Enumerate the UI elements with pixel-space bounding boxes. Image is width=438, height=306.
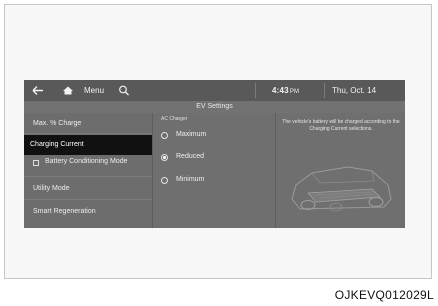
info-panel: The vehicle's battery will be charged ac… [276,113,405,228]
sidebar-item-max-charge[interactable]: Max. % Charge [24,113,152,134]
info-description: The vehicle's battery will be charged ac… [282,119,400,132]
sidebar-item-label: Charging Current [30,141,84,148]
menu-button[interactable]: Menu [84,80,104,101]
clock: 4:43PM [272,80,299,101]
settings-sidebar: Max. % Charge Charging Current Battery C… [24,113,152,228]
option-label: Minimum [176,176,205,183]
sidebar-item-label: Max. % Charge [33,120,82,127]
radio-icon[interactable] [161,177,168,184]
sidebar-item-battery-conditioning[interactable]: Battery Conditioning Mode [24,155,152,177]
sidebar-item-utility-mode[interactable]: Utility Mode [24,178,152,200]
page-title: EV Settings [24,101,405,113]
radio-icon[interactable] [161,132,168,139]
figure-caption: OJKEVQ012029L [334,288,434,302]
clock-time: 4:43 [272,86,289,95]
radio-selected-icon[interactable] [161,154,168,161]
topbar-divider [255,83,256,98]
sidebar-item-label: Battery Conditioning Mode [45,158,128,165]
section-label: AC Charger [161,116,188,122]
checkbox-icon[interactable] [33,160,39,166]
date-display: Thu, Oct. 14 [332,86,377,95]
home-icon[interactable] [62,80,74,101]
option-label: Reduced [176,153,205,160]
topbar-divider [324,83,325,98]
infotainment-screen: Menu 4:43PM Thu, Oct. 14 EV Settings Max… [24,80,405,228]
sidebar-item-label: Smart Regeneration [33,208,96,215]
charger-options: AC Charger Maximum Reduced Minimum [153,113,275,228]
back-arrow-icon[interactable] [31,80,45,101]
option-label: Maximum [176,131,207,138]
car-battery-illustration [291,166,392,212]
sidebar-item-charging-current[interactable]: Charging Current [24,135,152,155]
search-icon[interactable] [118,80,130,101]
sidebar-item-smart-regeneration[interactable]: Smart Regeneration [24,201,152,223]
clock-ampm: PM [289,89,300,95]
sidebar-item-label: Utility Mode [33,185,70,192]
top-status-bar: Menu 4:43PM Thu, Oct. 14 [24,80,405,101]
